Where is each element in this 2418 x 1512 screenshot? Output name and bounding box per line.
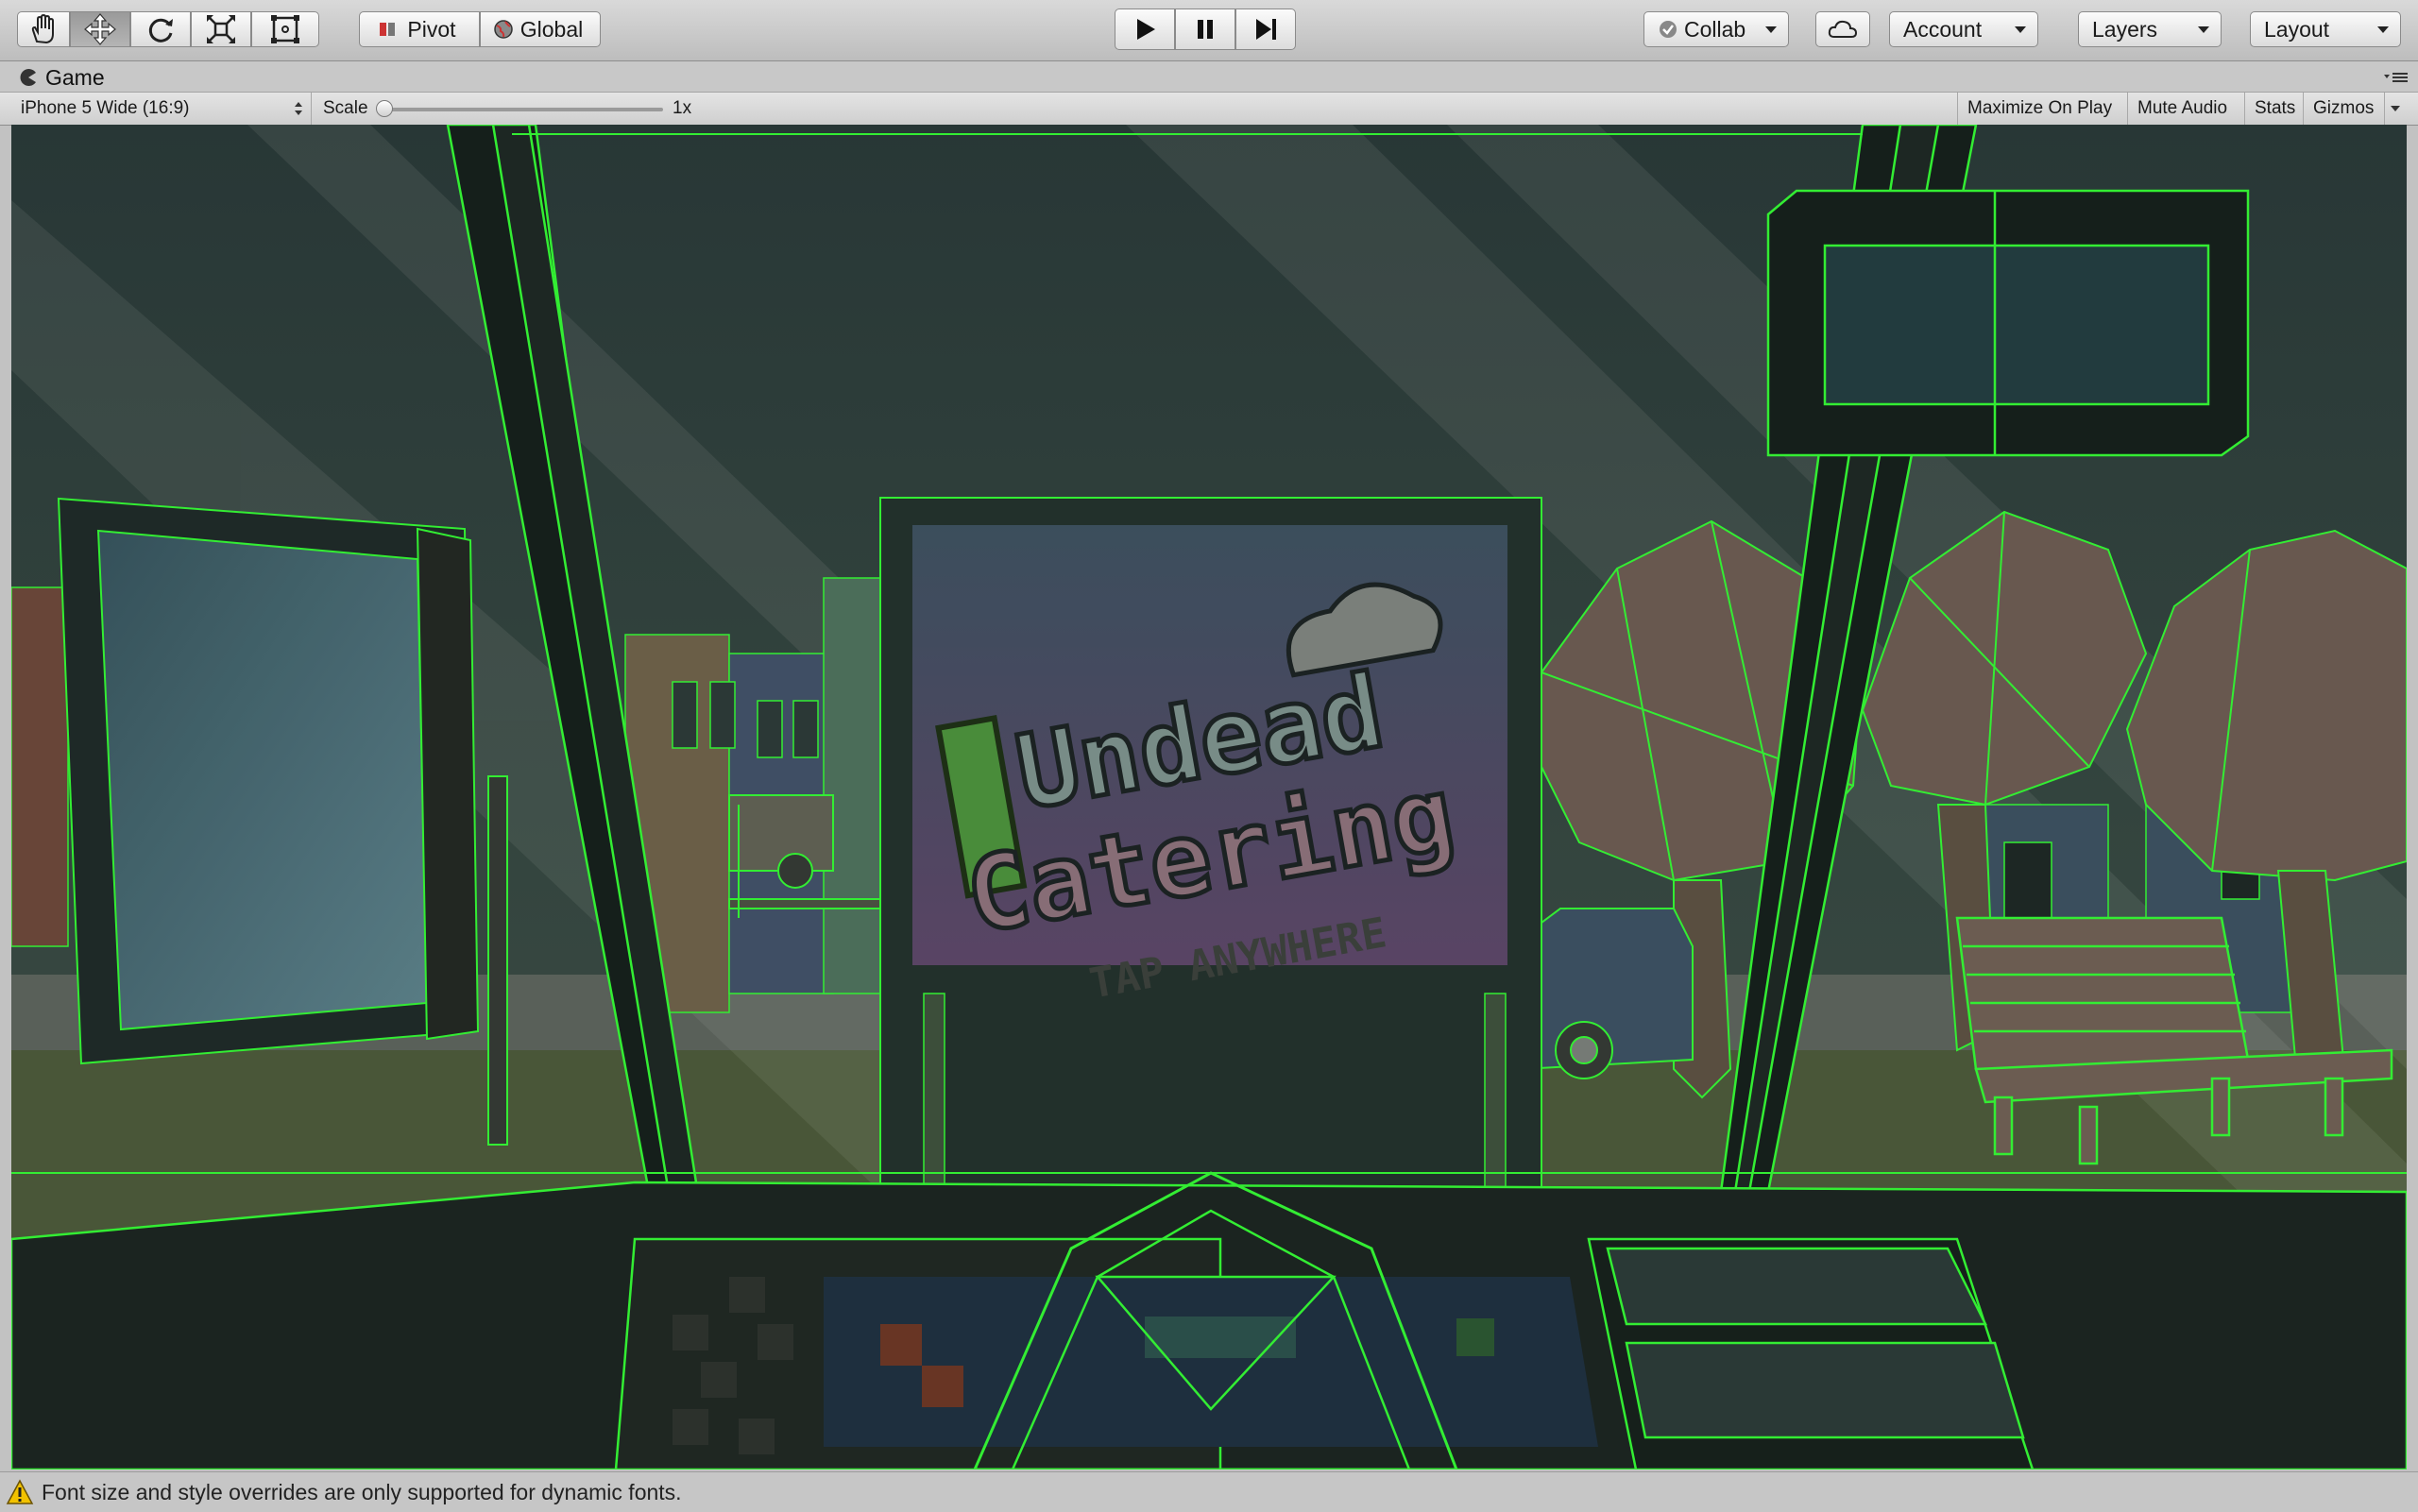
pause-button[interactable] <box>1175 8 1235 50</box>
pivot-toggle-button[interactable]: Pivot <box>359 11 480 47</box>
play-button[interactable] <box>1115 8 1175 50</box>
resolution-dropdown[interactable]: iPhone 5 Wide (16:9) <box>11 93 312 125</box>
scale-slider-track <box>380 108 663 111</box>
maximize-label: Maximize On Play <box>1967 98 2113 118</box>
stats-toggle[interactable]: Stats <box>2244 93 2305 125</box>
check-circle-icon <box>1660 21 1677 38</box>
warning-icon <box>6 1479 34 1504</box>
mute-label: Mute Audio <box>2137 98 2228 118</box>
cloud-button[interactable] <box>1815 11 1870 47</box>
mute-audio-toggle[interactable]: Mute Audio <box>2127 93 2237 125</box>
main-toolbar: Pivot Global Collab Account Layers Layou… <box>0 0 2418 61</box>
updown-arrows-icon <box>295 102 302 115</box>
chevron-down-icon <box>2198 26 2209 33</box>
global-toggle-button[interactable]: Global <box>480 11 601 47</box>
step-icon <box>1256 19 1276 40</box>
game-viewport[interactable]: Undead Catering TAP ANYWHERE <box>11 125 2407 1470</box>
rotate-tool-button[interactable] <box>130 11 191 47</box>
play-icon <box>1137 19 1155 40</box>
pacman-icon <box>20 69 36 86</box>
scale-value: 1x <box>673 98 692 118</box>
pivot-icon <box>380 23 396 36</box>
chevron-down-icon <box>2377 26 2389 33</box>
global-label: Global <box>519 16 584 42</box>
console-status-bar[interactable]: Font size and style overrides are only s… <box>0 1471 2418 1512</box>
tab-game[interactable]: Game <box>9 63 114 92</box>
scale-slider[interactable] <box>376 93 663 125</box>
gizmos-caret[interactable] <box>2384 93 2406 125</box>
scale-label: Scale <box>323 98 368 118</box>
rotate-icon <box>148 18 173 42</box>
resolution-label: iPhone 5 Wide (16:9) <box>21 98 190 118</box>
collab-label: Collab <box>1684 16 1746 42</box>
account-label: Account <box>1903 16 1983 42</box>
scale-tool-button[interactable] <box>191 11 251 47</box>
scale-icon <box>207 15 235 43</box>
window-tab-bar: Game <box>0 61 2418 93</box>
pivot-label: Pivot <box>407 16 456 42</box>
chevron-down-icon <box>1765 26 1777 33</box>
globe-icon <box>494 20 513 39</box>
chevron-down-icon <box>2391 106 2401 111</box>
stats-label: Stats <box>2255 98 2296 118</box>
rect-transform-icon <box>271 15 299 43</box>
gizmos-label: Gizmos <box>2313 98 2375 118</box>
tab-menu-button[interactable] <box>2384 71 2409 89</box>
status-message: Font size and style overrides are only s… <box>42 1479 682 1504</box>
cloud-icon <box>1828 20 1858 38</box>
rect-tool-button[interactable] <box>251 11 319 47</box>
scale-slider-thumb[interactable] <box>376 100 393 117</box>
layers-label: Layers <box>2092 16 2158 42</box>
layers-dropdown[interactable]: Layers <box>2078 11 2222 47</box>
hand-icon <box>31 13 54 44</box>
layout-dropdown[interactable]: Layout <box>2250 11 2401 47</box>
step-button[interactable] <box>1235 8 1296 50</box>
hand-tool-button[interactable] <box>17 11 70 47</box>
game-scene: Undead Catering TAP ANYWHERE <box>11 125 2407 1470</box>
move-arrows-icon <box>84 13 116 45</box>
gizmos-dropdown[interactable]: Gizmos <box>2303 93 2406 125</box>
tab-title: Game <box>45 64 105 90</box>
layout-label: Layout <box>2264 16 2330 42</box>
wireframe-tint <box>11 125 2407 1470</box>
chevron-down-icon <box>2015 26 2026 33</box>
pause-icon <box>1198 20 1213 39</box>
maximize-on-play-toggle[interactable]: Maximize On Play <box>1957 93 2121 125</box>
account-dropdown[interactable]: Account <box>1889 11 2038 47</box>
game-view-toolbar: iPhone 5 Wide (16:9) Scale 1x Maximize O… <box>0 93 2418 126</box>
collab-dropdown[interactable]: Collab <box>1643 11 1789 47</box>
context-menu-icon <box>2384 73 2408 82</box>
move-tool-button[interactable] <box>70 11 130 47</box>
